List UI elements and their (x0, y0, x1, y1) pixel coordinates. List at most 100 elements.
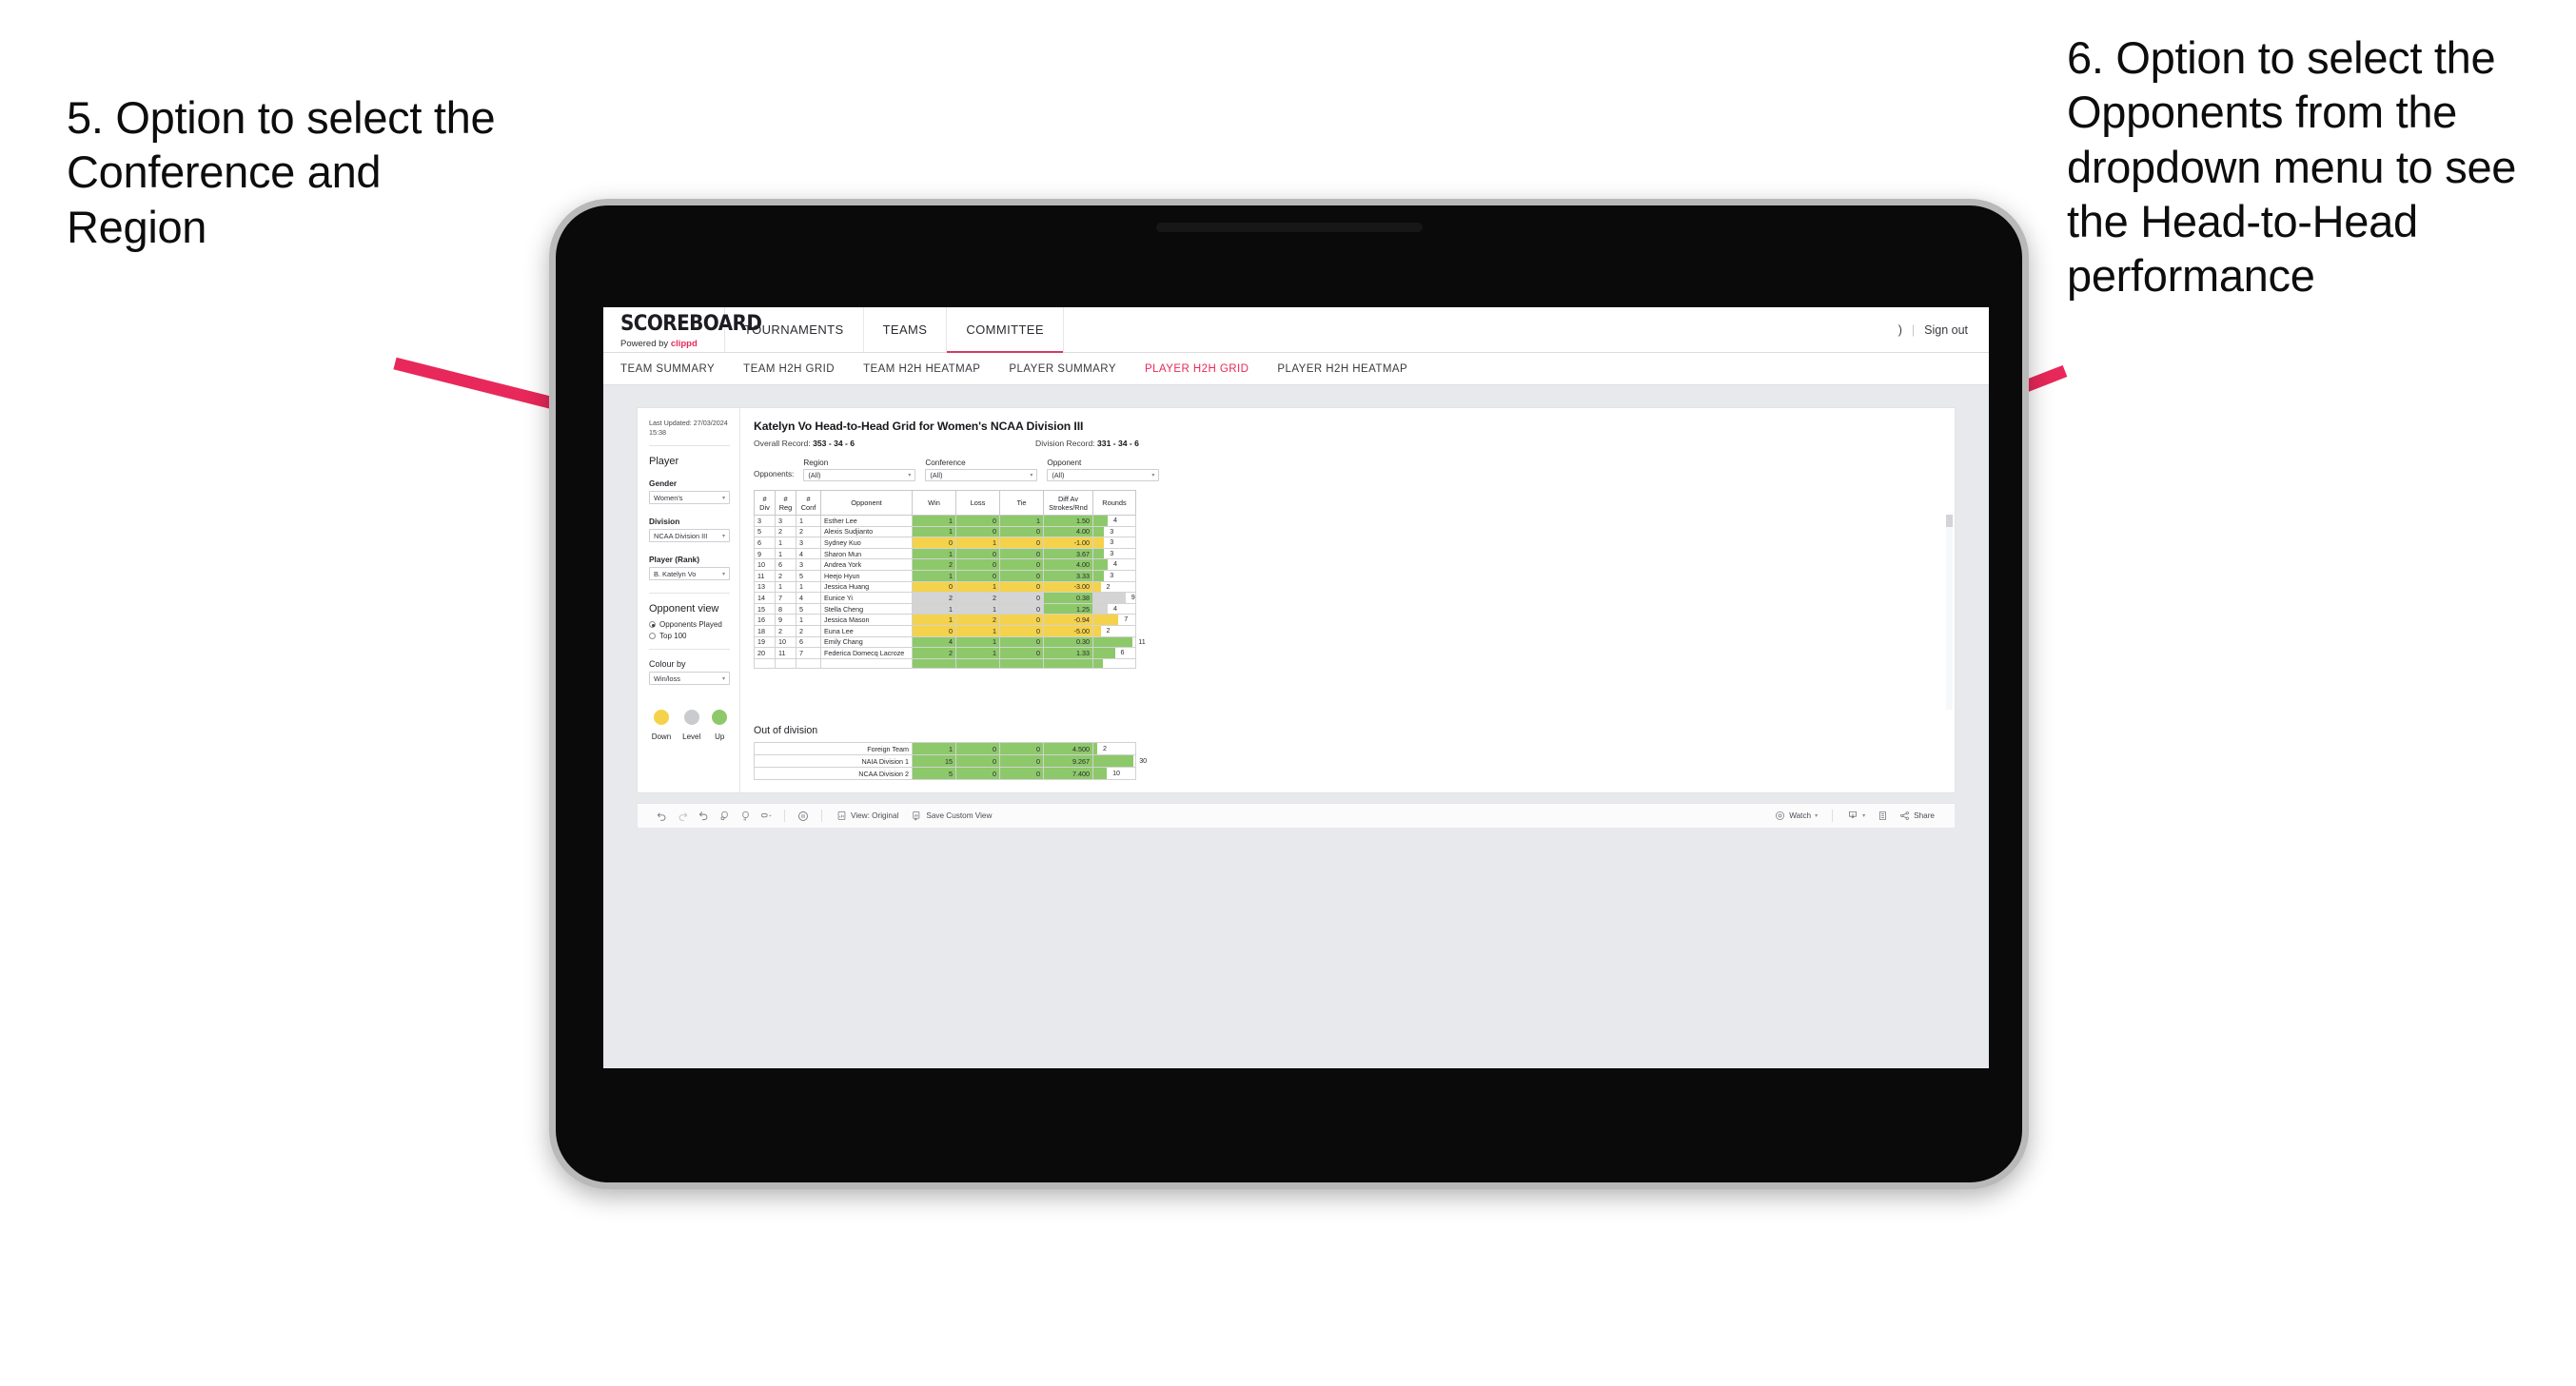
radio-opponents-played[interactable]: Opponents Played (649, 620, 730, 629)
filter-colour-by-value: Win/loss (654, 673, 680, 683)
app-logo[interactable]: SCOREBOARD Powered by clippd (603, 307, 762, 352)
table-row[interactable]: 6 1 3 Sydney Kuo 0 1 0 -1.00 3 (754, 537, 1136, 549)
cell-div (754, 657, 776, 670)
cell-reg: 3 (775, 515, 796, 527)
collapse-icon[interactable] (756, 810, 777, 821)
table-row[interactable]: NAIA Division 1 15 0 0 9.267 30 (754, 754, 1147, 769)
filter-player-rank-select[interactable]: B. Katelyn Vo ▾ (649, 567, 730, 581)
table-row[interactable]: 10 6 3 Andrea York 2 0 0 4.00 4 (754, 558, 1136, 571)
subnav-team-h2h-heatmap[interactable]: TEAM H2H HEATMAP (863, 363, 980, 375)
table-row[interactable]: 3 3 1 Esther Lee 1 0 1 1.50 4 (754, 515, 1136, 527)
cell-conf: 1 (796, 614, 821, 626)
tablet-camera-bar (1155, 223, 1423, 232)
logo-brand: clippd (670, 338, 698, 349)
table-row[interactable]: 18 2 2 Euna Lee 0 1 0 -5.00 2 (754, 624, 1136, 637)
cell-loss: 0 (955, 742, 1000, 756)
col-conf: # Conf (796, 490, 821, 516)
grid-scrollbar-thumb[interactable] (1946, 515, 1953, 527)
cell-diff: 0.38 (1043, 592, 1093, 604)
rounds-bar (1093, 603, 1108, 615)
cell-win: 1 (912, 742, 956, 756)
cell-group-name: NCAA Division 2 (754, 767, 913, 781)
rounds-bar (1093, 743, 1097, 755)
legend-swatch-down (653, 710, 669, 726)
cell-loss: 0 (955, 525, 1000, 538)
redo-icon[interactable] (672, 810, 693, 821)
subnav-player-summary[interactable]: PLAYER SUMMARY (1009, 363, 1116, 375)
table-row[interactable]: 5 2 2 Alexis Sudjianto 1 0 0 4.00 3 (754, 525, 1136, 538)
table-row[interactable]: NCAA Division 2 5 0 0 7.400 10 (754, 767, 1136, 781)
cell-conf: 1 (796, 515, 821, 527)
cell-rounds: 3 (1092, 525, 1136, 538)
cell-opponent: Federica Domecq Lacroze (820, 647, 913, 659)
chevron-down-icon: ▾ (721, 675, 725, 682)
viz-filters: Opponents: Region (All) ▾ Conference (Al… (754, 459, 1941, 481)
topbar-right: ) | Sign out (1898, 307, 1989, 352)
table-row[interactable]: 19 10 6 Emily Chang 4 1 0 0.30 11 (754, 635, 1146, 649)
cell-win: 1 (912, 602, 956, 615)
share-button[interactable]: Share (1893, 810, 1941, 821)
filter-opponent-select[interactable]: (All) ▾ (1047, 469, 1160, 481)
cell-conf: 3 (796, 558, 821, 571)
revert-icon[interactable] (693, 810, 714, 821)
cell-tie: 0 (999, 767, 1044, 781)
pause-icon[interactable] (735, 810, 756, 821)
cell-rounds (1092, 657, 1136, 670)
rounds-bar (1093, 648, 1115, 658)
table-row[interactable]: 16 9 1 Jessica Mason 1 2 0 -0.94 7 (754, 614, 1136, 626)
legend-label-level: Level (682, 732, 701, 742)
rounds-bar (1093, 570, 1105, 581)
table-row[interactable]: Foreign Team 1 0 0 4.500 2 (754, 742, 1136, 756)
rounds-value: 4 (1113, 516, 1117, 524)
table-row[interactable]: 11 2 5 Heejo Hyun 1 0 0 3.33 3 (754, 569, 1136, 582)
watch-button[interactable]: Watch ▾ (1768, 810, 1824, 821)
nav-item-tournaments[interactable]: TOURNAMENTS (725, 307, 864, 352)
legend-item-level: Level (682, 710, 700, 741)
nav-item-committee[interactable]: COMMITTEE (947, 307, 1064, 353)
cell-diff: 1.33 (1043, 647, 1093, 659)
subnav-team-summary[interactable]: TEAM SUMMARY (620, 363, 715, 375)
col-loss: Loss (955, 490, 1000, 516)
filter-gender-select[interactable]: Women's ▾ (649, 491, 730, 505)
table-row[interactable]: 9 1 4 Sharon Mun 1 0 0 3.67 3 (754, 547, 1136, 560)
radio-unselected-icon (649, 633, 656, 640)
sidebar-heading-player: Player (649, 456, 679, 468)
save-custom-view-button[interactable]: Save Custom View (905, 810, 998, 821)
table-row[interactable]: 14 7 4 Eunice Yi 2 2 0 0.38 9 (754, 592, 1136, 604)
filter-conference-select[interactable]: (All) ▾ (925, 469, 1038, 481)
filter-colour-by-select[interactable]: Win/loss ▾ (649, 672, 730, 686)
radio-selected-icon (649, 621, 656, 629)
cell-loss: 0 (955, 767, 1000, 781)
download-button[interactable]: ▾ (1840, 810, 1872, 821)
cell-rounds: 4 (1092, 558, 1136, 571)
viz-records: Overall Record: 353 - 34 - 6 Division Re… (754, 439, 1941, 448)
cell-diff: -5.00 (1043, 624, 1093, 637)
table-row[interactable]: 20 11 7 Federica Domecq Lacroze 2 1 0 1.33 6 (754, 647, 1136, 659)
pause-auto-update-icon[interactable] (793, 810, 814, 822)
grid-scrollbar-track[interactable] (1946, 515, 1953, 711)
cell-rounds: 2 (1092, 742, 1136, 756)
filter-gender-value: Women's (654, 493, 683, 502)
filter-player-rank-label: Player (Rank) (649, 555, 700, 565)
table-row[interactable]: 15 8 5 Stella Cheng 1 1 0 1.25 4 (754, 602, 1136, 615)
cell-loss: 1 (955, 647, 1000, 659)
refresh-icon[interactable] (714, 810, 735, 821)
nav-item-teams[interactable]: TEAMS (864, 307, 948, 352)
logo-tagline: Powered by clippd (620, 339, 724, 349)
fullscreen-icon[interactable] (1872, 810, 1893, 821)
view-original-button[interactable]: View: Original (830, 810, 905, 821)
cell-reg: 6 (775, 558, 796, 571)
subnav-player-h2h-heatmap[interactable]: PLAYER H2H HEATMAP (1277, 363, 1407, 375)
rounds-value: 3 (1110, 548, 1114, 557)
undo-icon[interactable] (651, 810, 672, 821)
sign-out-link[interactable]: Sign out (1924, 323, 1968, 337)
secondary-nav: TEAM SUMMARY TEAM H2H GRID TEAM H2H HEAT… (603, 353, 1989, 385)
table-row[interactable]: 13 1 1 Jessica Huang 0 1 0 -3.00 2 (754, 580, 1136, 594)
subnav-team-h2h-grid[interactable]: TEAM H2H GRID (743, 363, 835, 375)
filter-division-select[interactable]: NCAA Division III ▾ (649, 529, 730, 543)
radio-top-100[interactable]: Top 100 (649, 632, 730, 640)
subnav-player-h2h-grid[interactable]: PLAYER H2H GRID (1145, 363, 1249, 375)
filter-region-select[interactable]: (All) ▾ (803, 469, 916, 481)
sidebar-divider-2 (649, 593, 730, 595)
filters-lead-label: Opponents: (754, 470, 795, 478)
